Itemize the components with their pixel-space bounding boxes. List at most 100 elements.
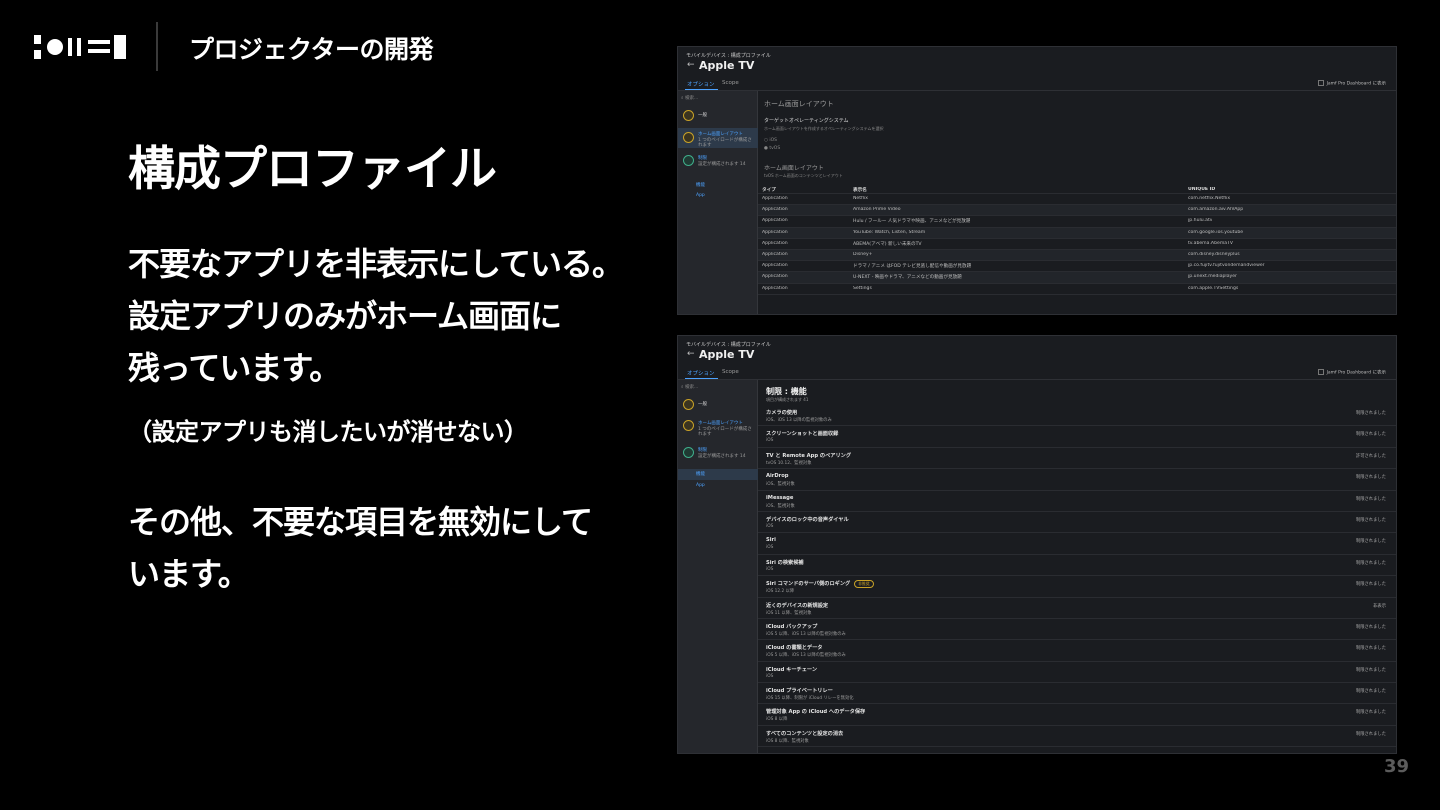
item-status: 非表示 — [1373, 603, 1386, 609]
slide-title: 構成プロファイル — [128, 142, 497, 197]
target-os-label: ターゲットオペレーティングシステム — [764, 118, 849, 124]
list-item[interactable]: 管理対象 App の iCloud へのデータ保存 iOS 8 以降 制限されました — [758, 704, 1396, 726]
item-status: 制限されました — [1355, 710, 1386, 716]
list-item[interactable]: iCloud キーチェーン iOS 制限されました — [758, 662, 1396, 684]
sidebar-subitem-features[interactable]: 機能 — [696, 182, 705, 188]
table-cell: Application — [762, 207, 788, 213]
table-cell: com.netflix.Netflix — [1188, 196, 1231, 201]
os-radio-tvos[interactable]: ● tvOS — [764, 146, 1396, 151]
jamf-dashboard-checkbox[interactable]: Jamf Pro Dashboard に表示 — [1317, 80, 1386, 87]
column-header: UNIQUE ID — [1188, 187, 1216, 192]
table-row[interactable]: Application U-NEXT - 映画やドラマ、アニメなどの動画が見放題 j… — [758, 272, 1396, 284]
table-row[interactable]: Application Hulu / フールー 人気ドラマや映画、アニメなどが見放… — [758, 216, 1396, 228]
list-item[interactable]: すべてのコンテンツと設定の消去 iOS 8 以降、監視対象 制限されました — [758, 726, 1396, 748]
item-status: 制限されました — [1355, 624, 1386, 630]
item-sub: iOS、iOS 13 以降の監視対象のみ — [766, 418, 832, 423]
sidebar-subitem-app[interactable]: App — [696, 193, 705, 198]
section-title: ホーム画面レイアウト — [764, 100, 834, 108]
list-item[interactable]: iCloud プライベートリレー iOS 15 以降、制限が iCloud リレー… — [758, 683, 1396, 705]
header-title: プロジェクターの開発 — [189, 35, 434, 64]
paragraph-2: その他、不要な項目を無効にして います。 — [128, 496, 593, 600]
restrictions-list: カメラの使用 iOS、iOS 13 以降の監視対象のみ 制限されました スクリーンショ… — [758, 405, 1396, 748]
paragraph-1-line: 設定アプリのみがホーム画面に — [128, 297, 562, 335]
item-status: 制限されました — [1355, 539, 1386, 545]
item-sub: iOS 15 以降、制限が iCloud リレーを無効化 — [766, 696, 854, 702]
sidebar-item-restrictions[interactable]: 制限 設定が構成されます 14 — [678, 447, 758, 467]
item-status: 制限されました — [1355, 731, 1386, 737]
list-item[interactable]: TV と Remote App のペアリング tvOS 10.12、監視対象 許可さ… — [758, 448, 1396, 470]
sidebar-subitem-features[interactable]: 機能 — [678, 469, 758, 480]
sidebar-item-restrictions[interactable]: 制限 設定が構成されます 14 — [678, 155, 758, 175]
paragraph-2-line: その他、不要な項目を無効にして — [128, 503, 593, 541]
list-item[interactable]: AirDrop iOS、監視対象 制限されました — [758, 469, 1396, 491]
back-arrow-icon[interactable]: ← — [687, 349, 695, 359]
table-cell: com.google.ios.youtube — [1188, 229, 1244, 235]
home-layout-icon — [683, 420, 694, 431]
sidebar-item-home-layout[interactable]: ホーム画面レイアウト 1 つのペイロードが構成されます — [678, 128, 758, 148]
list-item[interactable]: Siri iOS 制限されました — [758, 533, 1396, 555]
breadcrumb[interactable]: モバイルデバイス : 構成プロファイル — [686, 52, 771, 59]
page-title: Apple TV — [699, 59, 755, 72]
list-item[interactable]: カメラの使用 iOS、iOS 13 以降の監視対象のみ 制限されました — [758, 405, 1396, 427]
item-title: カメラの使用 — [766, 410, 798, 416]
item-title: 近くのデバイスの新規設定 — [766, 602, 829, 609]
table-cell: Application — [762, 251, 788, 257]
paragraph-1-line: 残っています。 — [128, 349, 341, 387]
checkbox-icon[interactable] — [1317, 80, 1324, 86]
screenshot-home-layout: モバイルデバイス : 構成プロファイル ← Apple TV オプション Sco… — [677, 46, 1397, 315]
list-item[interactable]: Siri の検索候補 iOS 制限されました — [758, 555, 1396, 577]
paragraph-1-line: 不要なアプリを非表示にしている。 — [128, 245, 624, 283]
list-item[interactable]: Siri コマンドのサーバ側のロギング 非推奨 iOS 12.2 以降 制限されました — [758, 576, 1396, 598]
sidebar-subitem-app[interactable]: App — [696, 483, 705, 488]
list-item[interactable]: iCloud の書類とデータ iOS 5 以降、iOS 13 以降の監視対象のみ 制… — [758, 640, 1396, 662]
search-input[interactable]: ⌕ 検索... — [681, 95, 698, 101]
list-item[interactable]: スクリーンショットと画面収録 iOS 制限されました — [758, 426, 1396, 448]
sidebar-item-home-layout[interactable]: ホーム画面レイアウト 1 つのペイロードが構成されます — [678, 420, 758, 440]
sidebar-item-label: 一般 — [698, 402, 707, 407]
column-header: タイプ — [762, 188, 776, 193]
item-title: Siri コマンドのサーバ側のロギング 非推奨 — [766, 580, 874, 589]
table-row[interactable]: Application Netflix com.netflix.Netflix — [758, 194, 1396, 206]
table-cell: Application — [762, 263, 788, 269]
item-title: スクリーンショットと画面収録 — [766, 431, 839, 438]
table-cell: Application — [762, 285, 788, 291]
list-item[interactable]: 近くのデバイスの新規設定 iOS 11 以降、監視対象 非表示 — [758, 598, 1396, 619]
list-item[interactable]: iCloud バックアップ iOS 5 以降、iOS 13 以降の監視対象のみ 制限… — [758, 619, 1396, 641]
item-title: iCloud プライベートリレー — [766, 688, 833, 695]
table-cell: YouTube: Watch, Listen, Stream — [853, 229, 926, 235]
item-status: 制限されました — [1355, 582, 1386, 588]
checkbox-label: Jamf Pro Dashboard に表示 — [1326, 370, 1386, 376]
item-sub: iOS — [766, 438, 774, 444]
tab-options[interactable]: オプション — [687, 80, 715, 88]
table-body: Application Netflix com.netflix.Netflix App… — [758, 194, 1396, 295]
table-cell: com.amazon.aiv.AIVApp — [1188, 207, 1244, 213]
table-row[interactable]: Application ドラマ / アニメ はFOD テレビ見逃し配信や動画が見放… — [758, 261, 1396, 273]
table-row[interactable]: Application Settings com.apple.TVSettings — [758, 284, 1396, 295]
table-row[interactable]: Application Amazon Prime Video com.amazon.… — [758, 205, 1396, 217]
tab-options[interactable]: オプション — [687, 369, 715, 377]
list-item[interactable]: デバイスのロック中の音声ダイヤル iOS 制限されました — [758, 512, 1396, 534]
item-status: 制限されました — [1355, 517, 1386, 523]
table-row[interactable]: Application Disney+ com.disney.disneyplus — [758, 249, 1396, 262]
item-title: Siri — [766, 537, 776, 544]
item-status: 制限されました — [1355, 411, 1386, 416]
general-icon — [683, 110, 694, 121]
sidebar-item-general[interactable]: 一般 — [678, 110, 758, 124]
checkbox-icon[interactable] — [1317, 369, 1324, 375]
table-row[interactable]: Application YouTube: Watch, Listen, Strea… — [758, 227, 1396, 239]
table-cell: com.disney.disneyplus — [1188, 251, 1240, 257]
list-item[interactable]: iMessage iOS、監視対象 制限されました — [758, 491, 1396, 512]
table-cell: U-NEXT - 映画やドラマ、アニメなどの動画が見放題 — [853, 275, 962, 281]
jamf-dashboard-checkbox[interactable]: Jamf Pro Dashboard に表示 — [1317, 369, 1386, 376]
tab-scope[interactable]: Scope — [722, 80, 739, 86]
os-radio-ios[interactable]: ○ iOS — [764, 138, 1396, 143]
table-cell: Application — [762, 229, 788, 235]
tab-scope[interactable]: Scope — [722, 369, 739, 375]
table-row[interactable]: Application ABEMA(アベマ) 新しい未来のTV tv.abema.A… — [758, 239, 1396, 250]
sidebar-item-general[interactable]: 一般 — [678, 399, 758, 413]
home-layout-content: ホーム画面レイアウト ターゲットオペレーティングシステム ホーム画面レイアウトを… — [764, 99, 1396, 179]
breadcrumb[interactable]: モバイルデバイス : 構成プロファイル — [686, 341, 771, 348]
back-arrow-icon[interactable]: ← — [687, 60, 695, 70]
search-input[interactable]: ⌕ 検索... — [681, 384, 698, 390]
paragraph-2-line: います。 — [128, 555, 250, 593]
